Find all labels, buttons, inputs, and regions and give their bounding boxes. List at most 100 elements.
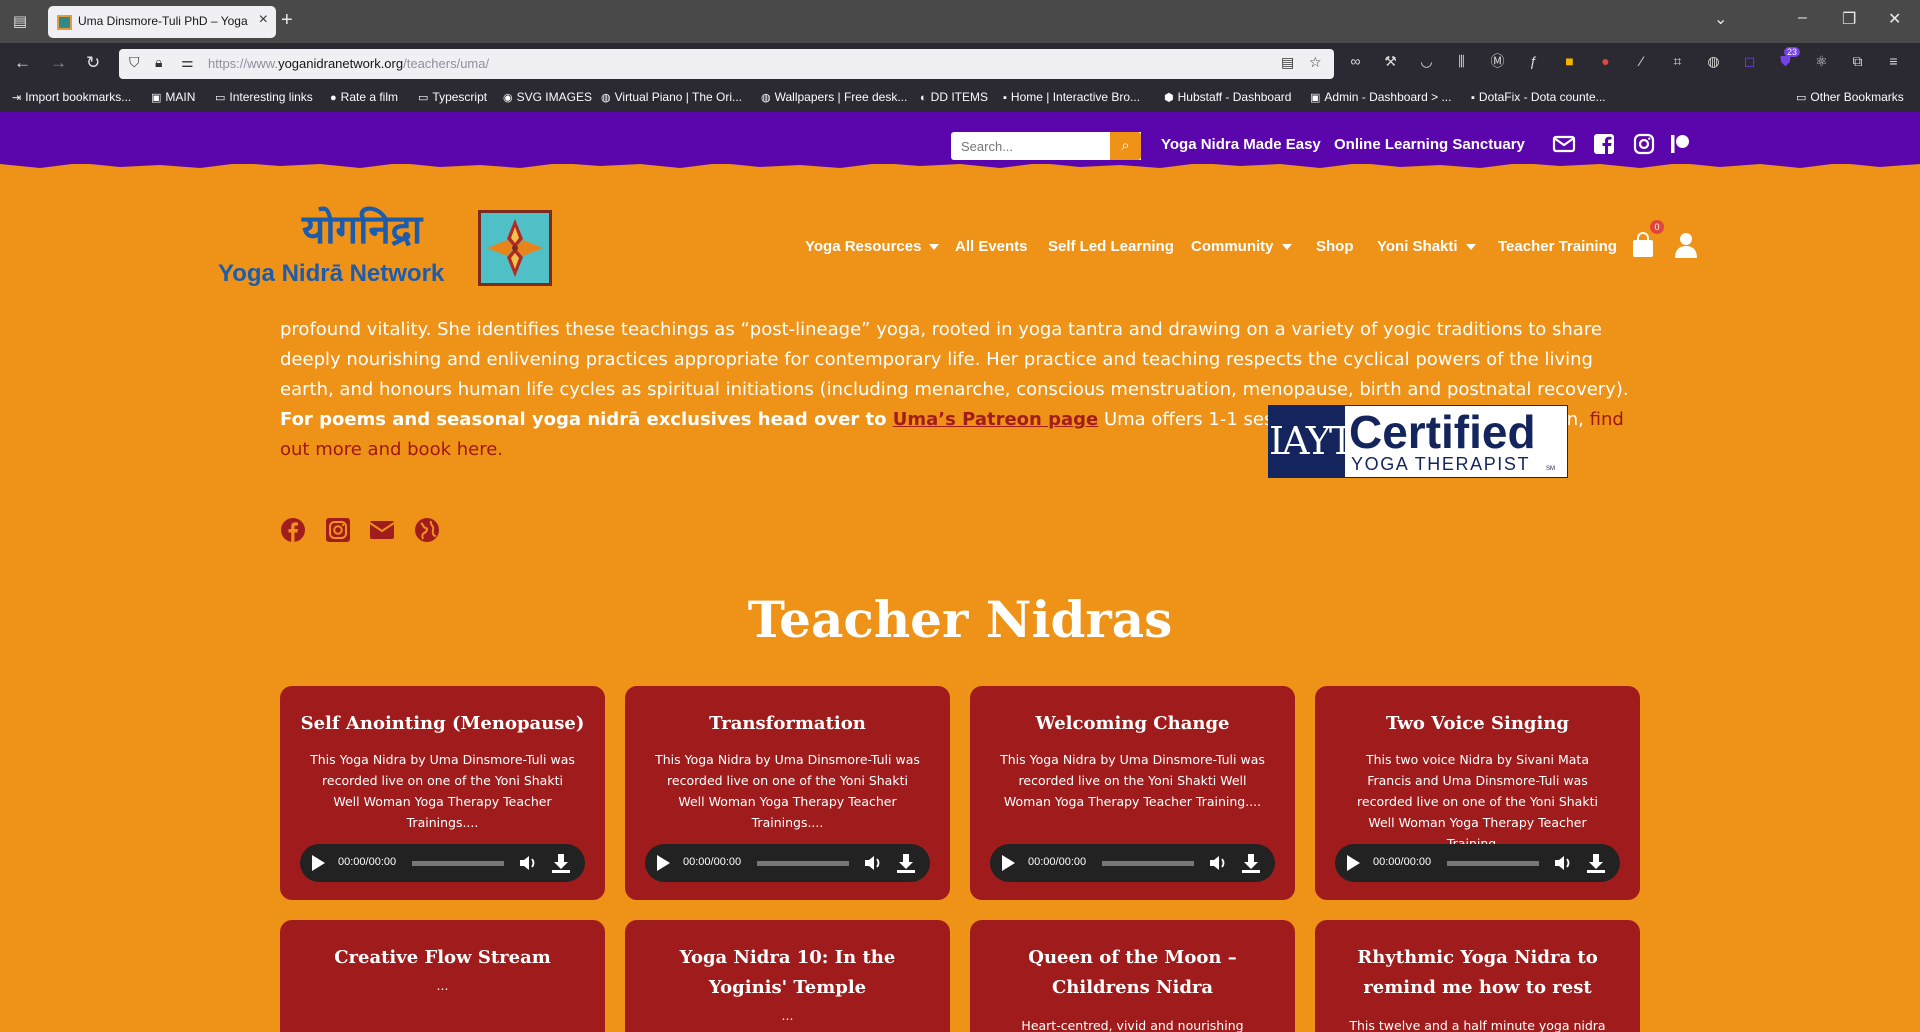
bookmark-main[interactable]: ▣ MAIN: [151, 90, 195, 104]
search-button[interactable]: ⌕: [1110, 132, 1141, 160]
nidra-card[interactable]: Two Voice Singing This two voice Nidra b…: [1315, 686, 1640, 900]
instagram-icon[interactable]: [1632, 132, 1656, 156]
email-icon[interactable]: [1552, 132, 1576, 156]
menu-shop[interactable]: Shop: [1316, 238, 1354, 255]
menu-yoga-resources[interactable]: Yoga Resources: [805, 238, 940, 255]
window-close-icon[interactable]: ✕: [1888, 9, 1901, 29]
tab-close-icon[interactable]: ×: [259, 11, 268, 29]
volume-icon[interactable]: [518, 853, 538, 873]
download-icon[interactable]: [550, 852, 572, 874]
shield-icon[interactable]: ⛉: [129, 54, 140, 71]
patreon-link[interactable]: Uma’s Patreon page: [893, 409, 1098, 430]
reader-view-icon[interactable]: ▤: [1281, 54, 1294, 71]
menu-yoni-shakti[interactable]: Yoni Shakti: [1377, 238, 1476, 255]
forward-icon[interactable]: →: [50, 53, 67, 73]
cart-icon[interactable]: [1632, 232, 1654, 258]
extension-globe-icon[interactable]: ◍: [1705, 53, 1722, 70]
reload-icon[interactable]: ↻: [86, 53, 100, 73]
play-icon[interactable]: [312, 855, 325, 871]
download-icon[interactable]: [1240, 852, 1262, 874]
bookmark-home-interactive[interactable]: ▪ Home | Interactive Bro...: [1003, 90, 1140, 104]
nidra-card[interactable]: Transformation This Yoga Nidra by Uma Di…: [625, 686, 950, 900]
teacher-facebook-icon[interactable]: [280, 517, 306, 543]
nidra-card[interactable]: Queen of the Moon – Childrens Nidra Hear…: [970, 920, 1295, 1032]
bookmark-hubstaff[interactable]: ⬢ Hubstaff - Dashboard: [1164, 90, 1291, 104]
extension-dropper-icon[interactable]: ⁄: [1633, 53, 1650, 70]
teacher-email-icon[interactable]: [369, 517, 395, 543]
card-title[interactable]: Two Voice Singing: [1315, 709, 1640, 739]
search-input[interactable]: [951, 132, 1101, 160]
extensions-puzzle-icon[interactable]: ⧉: [1849, 53, 1866, 70]
bookmark-import[interactable]: ⇥ Import bookmarks...: [12, 90, 131, 104]
menu-all-events[interactable]: All Events: [955, 238, 1028, 255]
menu-self-led-learning[interactable]: Self Led Learning: [1048, 238, 1174, 255]
menu-teacher-training[interactable]: Teacher Training: [1498, 238, 1617, 255]
bookmark-other[interactable]: ▭ Other Bookmarks: [1796, 90, 1904, 104]
new-tab-icon[interactable]: +: [281, 9, 293, 32]
browser-tab-active[interactable]: Uma Dinsmore-Tuli PhD – Yoga Nidra Netwo…: [48, 6, 276, 38]
play-icon[interactable]: [657, 855, 670, 871]
user-account-icon[interactable]: [1674, 232, 1698, 258]
tab-list-icon[interactable]: ▤: [10, 12, 30, 30]
extension-react-icon[interactable]: ⚛: [1813, 53, 1830, 70]
nidra-card[interactable]: Rhythmic Yoga Nidra to remind me how to …: [1315, 920, 1640, 1032]
app-menu-icon[interactable]: ≡: [1885, 53, 1902, 70]
bookmark-wallpapers[interactable]: ◍ Wallpapers | Free desk...: [761, 90, 907, 104]
facebook-icon[interactable]: [1592, 132, 1616, 156]
menu-community[interactable]: Community: [1191, 238, 1292, 255]
nidra-card[interactable]: Self Anointing (Menopause) This Yoga Nid…: [280, 686, 605, 900]
extension-function-icon[interactable]: ƒ: [1525, 53, 1542, 70]
nidra-card[interactable]: Yoga Nidra 10: In the Yoginis' Temple ..…: [625, 920, 950, 1032]
audio-progress-slider[interactable]: [757, 861, 849, 866]
audio-progress-slider[interactable]: [1102, 861, 1194, 866]
teacher-website-globe-icon[interactable]: [414, 517, 440, 543]
permissions-icon[interactable]: ⚌: [181, 54, 194, 71]
bookmark-interesting-links[interactable]: ▭ Interesting links: [215, 90, 313, 104]
card-title[interactable]: Welcoming Change: [970, 709, 1295, 739]
download-icon[interactable]: [895, 852, 917, 874]
extension-colors-icon[interactable]: ■: [1561, 53, 1578, 70]
bookmark-dotafix[interactable]: ▪ DotaFix - Dota counte...: [1471, 90, 1606, 104]
volume-icon[interactable]: [863, 853, 883, 873]
card-title[interactable]: Queen of the Moon – Childrens Nidra: [970, 943, 1295, 1003]
card-title[interactable]: Transformation: [625, 709, 950, 739]
bookmark-admin-dashboard[interactable]: ▣ Admin - Dashboard > ...: [1310, 90, 1451, 104]
restore-icon[interactable]: ❐: [1842, 9, 1856, 29]
audio-progress-slider[interactable]: [412, 861, 504, 866]
card-title[interactable]: Self Anointing (Menopause): [280, 709, 605, 739]
extension-wrench-icon[interactable]: ⚒: [1382, 53, 1399, 70]
address-bar[interactable]: ⛉ 🔒︎ ⚌ https://www.yoganidranetwork.org/…: [119, 49, 1334, 79]
extension-m-icon[interactable]: Ⓜ: [1489, 53, 1506, 70]
extension-infinity-icon[interactable]: ∞: [1347, 53, 1364, 70]
bookmark-svg-images[interactable]: ◉ SVG IMAGES: [503, 90, 592, 104]
play-icon[interactable]: [1002, 855, 1015, 871]
audio-progress-slider[interactable]: [1447, 861, 1539, 866]
extension-square-icon[interactable]: ◻: [1741, 53, 1758, 70]
card-title[interactable]: Creative Flow Stream: [280, 943, 605, 973]
volume-icon[interactable]: [1553, 853, 1573, 873]
play-icon[interactable]: [1347, 855, 1360, 871]
minimize-icon[interactable]: –: [1798, 9, 1807, 27]
tab-overflow-chevron-icon[interactable]: ⌄: [1714, 9, 1727, 29]
extension-red-icon[interactable]: ●: [1597, 53, 1614, 70]
lock-icon[interactable]: 🔒︎: [155, 54, 162, 71]
extension-grid-icon[interactable]: ⌗: [1669, 53, 1686, 70]
nidra-card[interactable]: Welcoming Change This Yoga Nidra by Uma …: [970, 686, 1295, 900]
card-title[interactable]: Rhythmic Yoga Nidra to remind me how to …: [1315, 943, 1640, 1003]
volume-icon[interactable]: [1208, 853, 1228, 873]
teacher-instagram-icon[interactable]: [325, 517, 351, 543]
back-icon[interactable]: ←: [14, 53, 31, 73]
pocket-icon[interactable]: ◡: [1418, 53, 1435, 70]
bookmark-rate-a-film[interactable]: ● Rate a film: [330, 90, 398, 104]
link-yoga-nidra-made-easy[interactable]: Yoga Nidra Made Easy: [1161, 136, 1321, 153]
download-icon[interactable]: [1585, 852, 1607, 874]
card-title[interactable]: Yoga Nidra 10: In the Yoginis' Temple: [625, 943, 950, 1003]
library-icon[interactable]: ⫼: [1453, 53, 1470, 70]
patreon-icon[interactable]: [1668, 132, 1692, 156]
bookmark-dd-items[interactable]: ◐ DD ITEMS: [920, 90, 988, 104]
bookmark-virtual-piano[interactable]: ◍ Virtual Piano | The Ori...: [601, 90, 742, 104]
nidra-card[interactable]: Creative Flow Stream ...: [280, 920, 605, 1032]
bookmark-typescript[interactable]: ▭ Typescript: [418, 90, 487, 104]
link-online-learning-sanctuary[interactable]: Online Learning Sanctuary: [1334, 136, 1525, 153]
bookmark-star-icon[interactable]: ☆: [1309, 54, 1322, 71]
